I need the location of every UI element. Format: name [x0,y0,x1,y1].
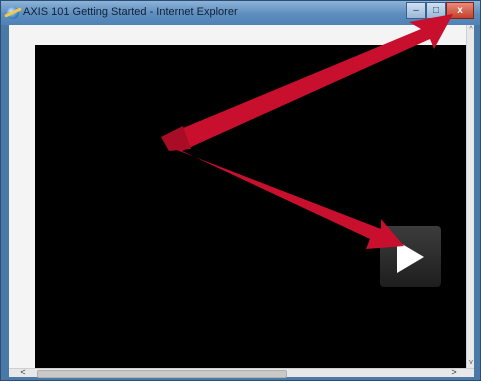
scroll-up-icon[interactable]: ^ [467,25,475,35]
title-bar[interactable]: AXIS 101 Getting Started - Internet Expl… [1,1,480,25]
video-player[interactable] [35,45,466,368]
close-button[interactable]: x [446,2,474,19]
minimize-icon: – [413,4,419,16]
scroll-right-icon[interactable]: > [448,368,460,377]
play-button[interactable] [380,226,441,287]
page-content [9,25,466,368]
scroll-left-icon[interactable]: < [17,368,29,377]
minimize-button[interactable]: – [406,2,426,19]
maximize-icon: □ [432,4,440,16]
close-icon: x [457,4,463,16]
scroll-down-icon[interactable]: v [467,358,475,368]
window-title: AXIS 101 Getting Started - Internet Expl… [23,6,238,18]
browser-window: AXIS 101 Getting Started - Internet Expl… [0,0,481,381]
window-controls: – □ x [406,2,474,20]
vertical-scrollbar[interactable]: ^ v [466,25,474,368]
play-icon [397,241,424,273]
browser-content-area: ^ v < > [9,25,474,378]
maximize-button[interactable]: □ [426,2,446,19]
horizontal-scroll-thumb[interactable] [37,370,287,378]
internet-explorer-icon [7,7,19,19]
horizontal-scrollbar[interactable]: < > [9,368,474,378]
